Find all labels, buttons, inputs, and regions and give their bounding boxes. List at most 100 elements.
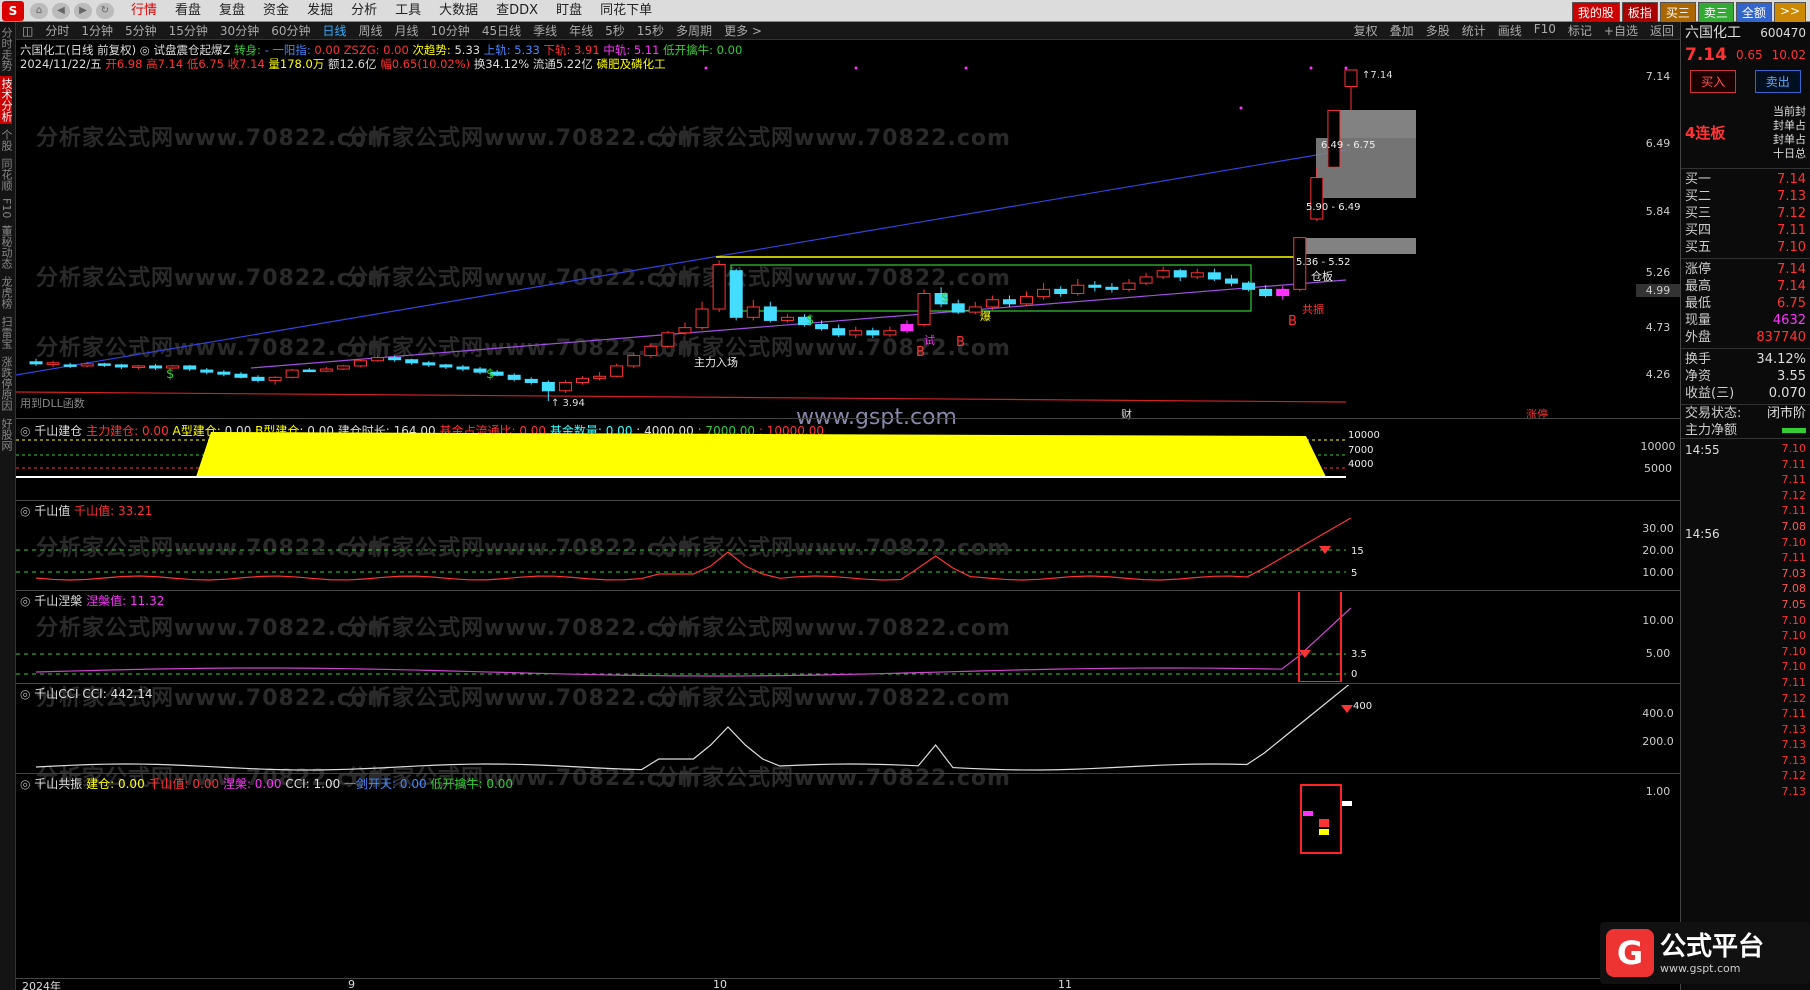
period-tab[interactable]: 30分钟 xyxy=(214,22,265,39)
left-strip-tab[interactable]: F10 xyxy=(0,196,13,220)
pane-axis-label: 10.00 xyxy=(1642,566,1674,579)
quote-label: 买四 xyxy=(1685,223,1712,238)
last-price: 7.14 xyxy=(1685,45,1727,65)
refresh-icon[interactable]: ↻ xyxy=(96,2,114,19)
period-tab[interactable]: 45日线 xyxy=(476,22,527,39)
top-right-button[interactable]: 板指 xyxy=(1621,2,1658,23)
layout-icon[interactable]: ◫ xyxy=(16,24,39,38)
top-right-button[interactable]: 买三 xyxy=(1659,2,1696,23)
menu-item[interactable]: 盯盘 xyxy=(547,0,591,22)
chart-tool-button[interactable]: 标记 xyxy=(1562,22,1598,39)
top-right-button[interactable]: >> xyxy=(1773,2,1806,23)
pane-divider xyxy=(16,773,1680,774)
top-right-button[interactable]: 全额 xyxy=(1735,2,1772,23)
chart-tool-button[interactable]: 画线 xyxy=(1492,22,1528,39)
period-tab[interactable]: 月线 xyxy=(389,22,425,39)
trade-status: 闭市阶 xyxy=(1766,406,1806,421)
pane3-chart[interactable]: 3.50 xyxy=(16,592,1636,682)
menu-item[interactable]: 查DDX xyxy=(487,0,547,22)
left-strip-tab[interactable]: 涨跌停原因 xyxy=(0,354,13,413)
chart-tool-button[interactable]: F10 xyxy=(1528,22,1562,39)
resonance-bar xyxy=(1319,829,1329,835)
top-right-button[interactable]: 我的股 xyxy=(1571,2,1620,23)
quote-row: 现量 4632 xyxy=(1681,312,1810,329)
tick-list: 7.10 7.11 7.11 7.12 7.11 7.08 7.10 7.11 7.03 7.08… xyxy=(1745,441,1807,800)
candle-body xyxy=(678,327,692,334)
cci-line xyxy=(35,685,1350,771)
period-tab[interactable]: 15分钟 xyxy=(163,22,214,39)
candle-body xyxy=(644,345,658,357)
menu-item[interactable]: 行情 xyxy=(122,0,166,22)
chart-tool-button[interactable]: 多股 xyxy=(1420,22,1456,39)
buy-signal: B xyxy=(916,345,925,360)
candle-body xyxy=(627,355,641,367)
gspt-url: www.gspt.com xyxy=(1660,961,1741,975)
left-strip-tab[interactable]: 技术分析 xyxy=(0,76,13,124)
pane5-chart[interactable] xyxy=(16,775,1636,855)
period-tab[interactable]: 日线 xyxy=(316,22,352,39)
period-tab[interactable]: 更多 > xyxy=(718,22,768,39)
menu-item[interactable]: 同花下单 xyxy=(591,0,661,22)
period-tab[interactable]: 5分钟 xyxy=(119,22,163,39)
tick-price: 7.12 xyxy=(1781,691,1807,705)
menu-item[interactable]: 看盘 xyxy=(166,0,210,22)
app-logo[interactable]: S xyxy=(2,0,24,21)
menu-item[interactable]: 发掘 xyxy=(298,0,342,22)
period-tab[interactable]: 年线 xyxy=(563,22,599,39)
price-axis-label: 5.26 xyxy=(1645,266,1671,279)
chart-area[interactable]: 分析家公式网www.70822.com 分析家公式网www.70822.com … xyxy=(16,40,1680,990)
position-area xyxy=(16,432,1346,478)
left-strip-tab[interactable]: 个股 xyxy=(0,127,13,153)
menu-item[interactable]: 复盘 xyxy=(210,0,254,22)
stats-block-2: 换手 34.12% 净资 3.55 收益(三) 0.070 xyxy=(1681,349,1810,405)
candle-body xyxy=(1259,288,1273,297)
level-label: 3.5 xyxy=(1351,649,1367,660)
period-tab[interactable]: 周线 xyxy=(353,22,389,39)
forward-icon[interactable]: ▶ xyxy=(74,2,92,19)
back-icon[interactable]: ◀ xyxy=(52,2,70,19)
period-tab[interactable]: 1分钟 xyxy=(75,22,119,39)
menu-item[interactable]: 资金 xyxy=(254,0,298,22)
period-tab[interactable]: 15秒 xyxy=(631,22,670,39)
left-strip-tab[interactable]: 董秘动态 xyxy=(0,223,13,271)
period-tab[interactable]: 分时 xyxy=(39,22,75,39)
chart-tool-button[interactable]: 返回 xyxy=(1644,22,1680,39)
sell-button[interactable]: 卖出 xyxy=(1754,70,1801,93)
home-icon[interactable]: ⌂ xyxy=(30,2,48,19)
menu-item[interactable]: 分析 xyxy=(342,0,386,22)
left-strip-tab[interactable]: 分时走势 xyxy=(0,25,13,73)
left-strip-tab[interactable]: 同花顺 xyxy=(0,156,13,193)
quote-label: 现量 xyxy=(1685,313,1712,328)
tick-price: 7.10 xyxy=(1781,629,1807,643)
chart-tool-button[interactable]: +自选 xyxy=(1598,22,1644,39)
pane4-chart[interactable]: 400 xyxy=(16,685,1636,775)
menu-item[interactable]: 工具 xyxy=(386,0,430,22)
candle-body xyxy=(712,264,726,310)
left-strip-tab[interactable]: 龙虎榜 xyxy=(0,274,13,311)
menu-item[interactable]: 大数据 xyxy=(430,0,487,22)
quote-row: 涨停 7.14 xyxy=(1681,261,1810,278)
tick-time-1: 14:55 xyxy=(1685,443,1720,457)
candle-body xyxy=(1122,282,1136,290)
left-strip-tab[interactable]: 扫雷宝 xyxy=(0,314,13,351)
pane-divider xyxy=(16,978,1680,979)
buy-button[interactable]: 买入 xyxy=(1690,70,1737,93)
period-tab[interactable]: 多周期 xyxy=(670,22,718,39)
period-tab[interactable]: 5秒 xyxy=(599,22,631,39)
pane1-chart[interactable]: 10000 7000 4000 xyxy=(16,420,1636,500)
left-strip-tab[interactable]: 好股网 xyxy=(0,416,13,453)
chart-tool-button[interactable]: 复权 xyxy=(1348,22,1384,39)
chart-tool-button[interactable]: 统计 xyxy=(1456,22,1492,39)
candle-body xyxy=(456,366,470,370)
period-tab[interactable]: 60分钟 xyxy=(265,22,316,39)
top-right-button[interactable]: 卖三 xyxy=(1697,2,1734,23)
candle-body xyxy=(200,369,214,373)
candlestick-chart[interactable]: ↑ 3.94 ↑7.14 6.49 - 6.75 5.90 - 6.49 5.36 - … xyxy=(16,40,1636,420)
period-tab[interactable]: 季线 xyxy=(527,22,563,39)
pane2-chart[interactable]: 15 5 xyxy=(16,502,1636,592)
chart-tool-button[interactable]: 叠加 xyxy=(1384,22,1420,39)
period-tab[interactable]: 10分钟 xyxy=(425,22,476,39)
candle-body xyxy=(1020,296,1034,305)
candle-body xyxy=(80,363,94,367)
candle-body xyxy=(422,362,436,366)
